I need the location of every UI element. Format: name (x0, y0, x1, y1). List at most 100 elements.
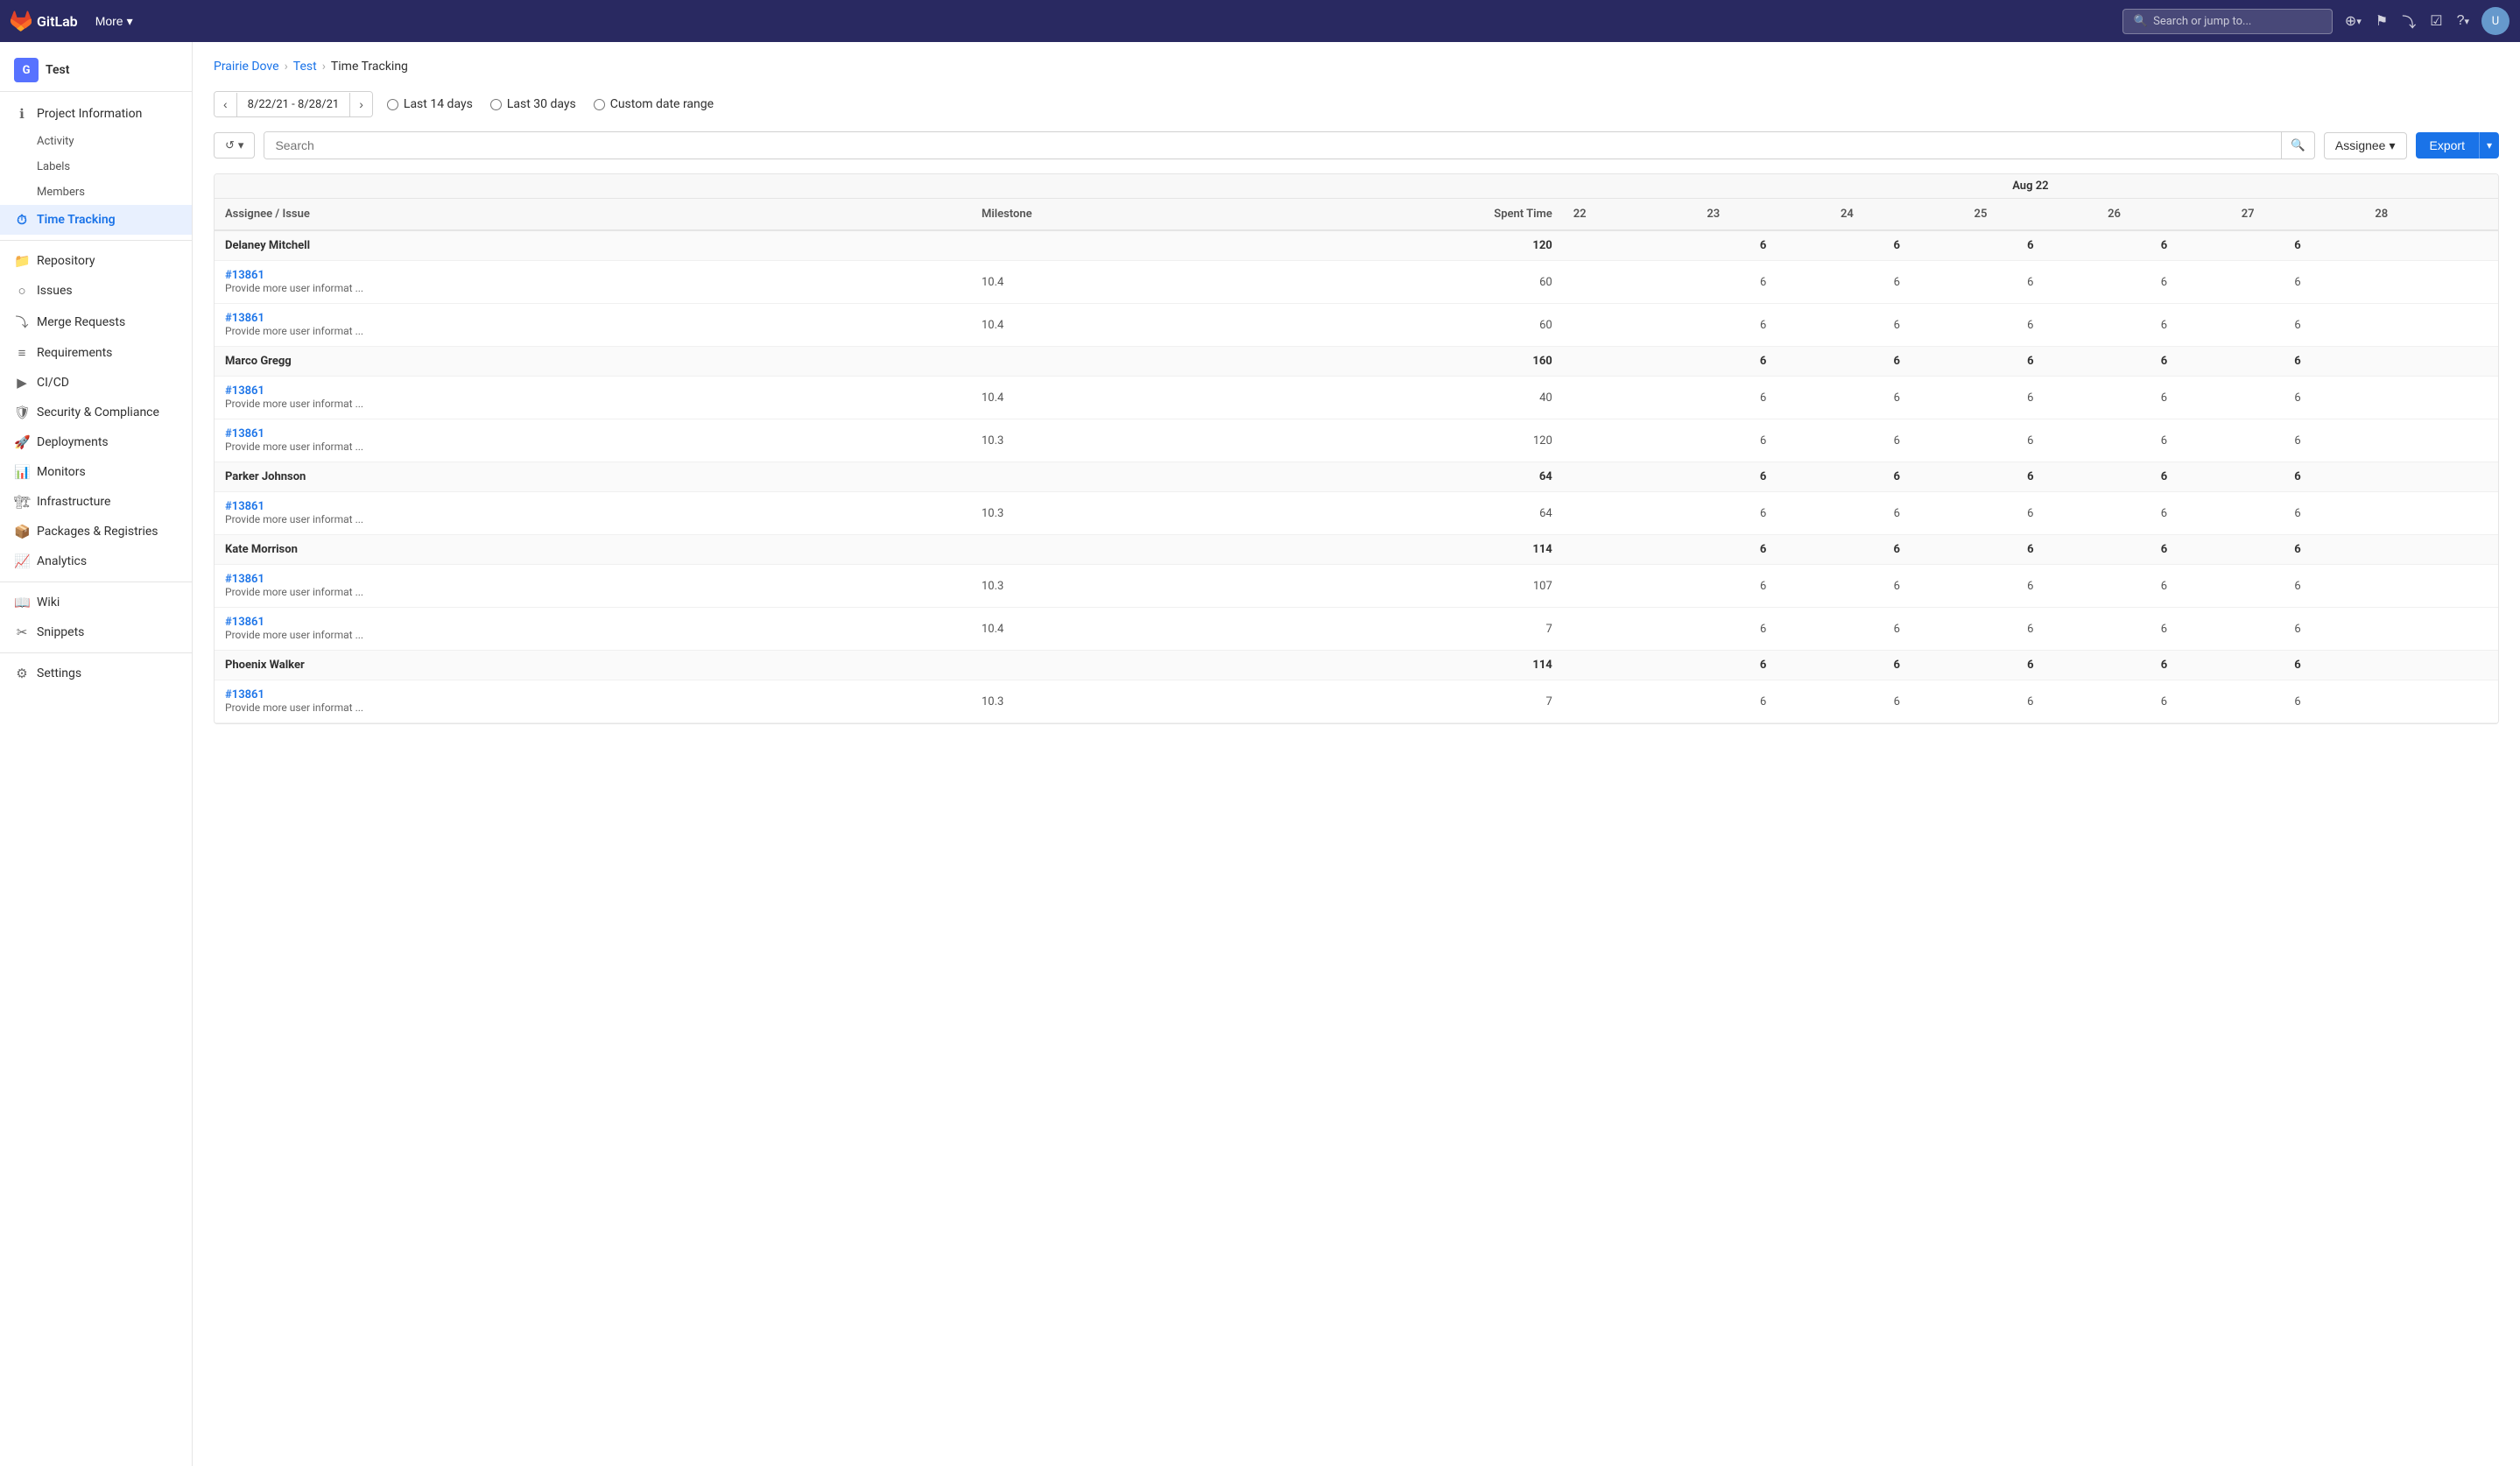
sidebar-item-settings[interactable]: ⚙ Settings (0, 659, 192, 688)
issue-row: #13861 Provide more user informat ... 10… (215, 565, 2498, 608)
create-button[interactable]: ⊕ ▾ (2340, 7, 2367, 35)
sidebar-item-infrastructure[interactable]: 🏗 Infrastructure (0, 487, 192, 517)
custom-date-radio[interactable] (594, 99, 605, 110)
issue-day-2: 6 (1830, 680, 1964, 723)
issue-link[interactable]: #13861 (225, 688, 264, 701)
assignee-day-2: 6 (1830, 230, 1964, 261)
issue-day-1: 6 (1696, 261, 1830, 304)
sidebar-item-labels[interactable]: Labels (0, 154, 192, 180)
breadcrumb-test[interactable]: Test (293, 60, 317, 74)
issue-day-1: 6 (1696, 608, 1830, 651)
sidebar-item-wiki[interactable]: 📖 Wiki (0, 588, 192, 617)
assignee-day-3: 6 (1964, 462, 2098, 492)
issue-link[interactable]: #13861 (225, 384, 264, 398)
issue-link[interactable]: #13861 (225, 616, 264, 629)
assignee-filter-button[interactable]: Assignee ▾ (2324, 132, 2407, 159)
issues-nav-icon: ○ (14, 283, 30, 299)
sidebar-item-analytics[interactable]: 📈 Analytics (0, 546, 192, 576)
col-header-day-22: 22 (1563, 199, 1697, 231)
infrastructure-icon: 🏗 (14, 494, 30, 510)
issue-day-6 (2364, 261, 2498, 304)
more-menu-button[interactable]: More ▾ (88, 11, 140, 32)
date-prev-button[interactable]: ‹ (215, 92, 236, 116)
global-search[interactable]: 🔍 Search or jump to... (2122, 9, 2333, 34)
issue-day-0 (1563, 377, 1697, 419)
search-input-wrapper: 🔍 (264, 131, 2314, 159)
export-dropdown-button[interactable]: ▾ (2479, 132, 2499, 159)
nav-action-icons: ⊕ ▾ ⚑ ⤵ ☑ ? ▾ U (2340, 5, 2509, 37)
todo-button[interactable]: ☑ (2425, 7, 2447, 35)
issue-day-3: 6 (1964, 565, 2098, 608)
issue-day-3: 6 (1964, 261, 2098, 304)
requirements-icon: ≡ (14, 345, 30, 361)
col-header-day-23: 23 (1696, 199, 1830, 231)
breadcrumb-sep-1: › (285, 60, 288, 74)
issue-day-3: 6 (1964, 492, 2098, 535)
assignee-row: Delaney Mitchell 120 66666 (215, 230, 2498, 261)
sidebar-item-activity[interactable]: Activity (0, 129, 192, 154)
date-navigator: ‹ 8/22/21 - 8/28/21 › (214, 91, 373, 117)
last-30-days-option[interactable]: Last 30 days (490, 97, 576, 111)
issue-row: #13861 Provide more user informat ... 10… (215, 680, 2498, 723)
custom-date-option[interactable]: Custom date range (594, 97, 714, 111)
issue-link[interactable]: #13861 (225, 500, 264, 513)
sidebar-item-project-information[interactable]: ℹ Project Information (0, 99, 192, 129)
sidebar-label-time-tracking: Time Tracking (37, 213, 116, 227)
gitlab-wordmark: GitLab (37, 13, 78, 30)
assignee-chevron-icon: ▾ (2389, 138, 2395, 153)
issue-desc: Provide more user informat ... (225, 701, 363, 714)
search-input[interactable] (264, 132, 2281, 159)
sidebar-label-merge-requests: Merge Requests (37, 315, 125, 329)
last-14-days-option[interactable]: Last 14 days (387, 97, 473, 111)
date-next-button[interactable]: › (350, 92, 372, 116)
assignee-name: Parker Johnson (215, 462, 971, 492)
help-chevron: ▾ (2464, 16, 2469, 27)
help-button[interactable]: ? ▾ (2452, 8, 2474, 34)
export-button[interactable]: Export (2416, 132, 2479, 159)
sidebar-item-monitors[interactable]: 📊 Monitors (0, 457, 192, 487)
issue-link[interactable]: #13861 (225, 269, 264, 282)
issue-row: #13861 Provide more user informat ... 10… (215, 608, 2498, 651)
assignee-day-5: 6 (2231, 535, 2365, 565)
sidebar-item-requirements[interactable]: ≡ Requirements (0, 338, 192, 368)
issue-link[interactable]: #13861 (225, 573, 264, 586)
last-30-days-radio[interactable] (490, 99, 502, 110)
sidebar-item-snippets[interactable]: ✂ Snippets (0, 617, 192, 647)
issue-day-4: 6 (2097, 261, 2231, 304)
issue-link[interactable]: #13861 (225, 312, 264, 325)
issue-day-4: 6 (2097, 565, 2231, 608)
date-range-options: Last 14 days Last 30 days Custom date ra… (387, 97, 714, 111)
col-header-day-25: 25 (1964, 199, 2098, 231)
col-header-day-24: 24 (1830, 199, 1964, 231)
gitlab-logo[interactable]: GitLab (11, 11, 78, 32)
sidebar-item-members[interactable]: Members (0, 180, 192, 205)
merge-requests-button[interactable]: ⤵ (2397, 5, 2421, 37)
search-submit-icon: 🔍 (2291, 138, 2305, 152)
assignee-day-1: 6 (1696, 535, 1830, 565)
last-14-days-radio[interactable] (387, 99, 398, 110)
user-avatar[interactable]: U (2481, 7, 2509, 35)
breadcrumb-prairie-dove[interactable]: Prairie Dove (214, 60, 279, 74)
search-reset-button[interactable]: ↺ ▾ (214, 132, 255, 159)
issue-day-1: 6 (1696, 377, 1830, 419)
sidebar-label-snippets: Snippets (37, 625, 84, 639)
sidebar-item-merge-requests[interactable]: ⤵ Merge Requests (0, 306, 192, 338)
sidebar-item-issues[interactable]: ○ Issues (0, 276, 192, 306)
search-submit-button[interactable]: 🔍 (2281, 132, 2314, 159)
assignee-day-3: 6 (1964, 651, 2098, 680)
issue-day-6 (2364, 492, 2498, 535)
sidebar-label-labels: Labels (37, 160, 70, 173)
issues-button[interactable]: ⚑ (2370, 7, 2393, 35)
time-tracking-table-container: Aug 22 Assignee / Issue Milestone Spent … (214, 173, 2499, 724)
issue-desc: Provide more user informat ... (225, 282, 363, 294)
issue-day-3: 6 (1964, 304, 2098, 347)
sidebar-item-deployments[interactable]: 🚀 Deployments (0, 427, 192, 457)
sidebar-item-repository[interactable]: 📁 Repository (0, 246, 192, 276)
sidebar-item-security-compliance[interactable]: 🛡 Security & Compliance (0, 398, 192, 427)
issue-link[interactable]: #13861 (225, 427, 264, 441)
assignee-day-2: 6 (1830, 462, 1964, 492)
sidebar-item-ci-cd[interactable]: ▶ CI/CD (0, 368, 192, 398)
sidebar-item-packages-registries[interactable]: 📦 Packages & Registries (0, 517, 192, 546)
issues-icon: ⚑ (2376, 12, 2388, 30)
sidebar-item-time-tracking[interactable]: ⏱ Time Tracking (0, 205, 192, 235)
